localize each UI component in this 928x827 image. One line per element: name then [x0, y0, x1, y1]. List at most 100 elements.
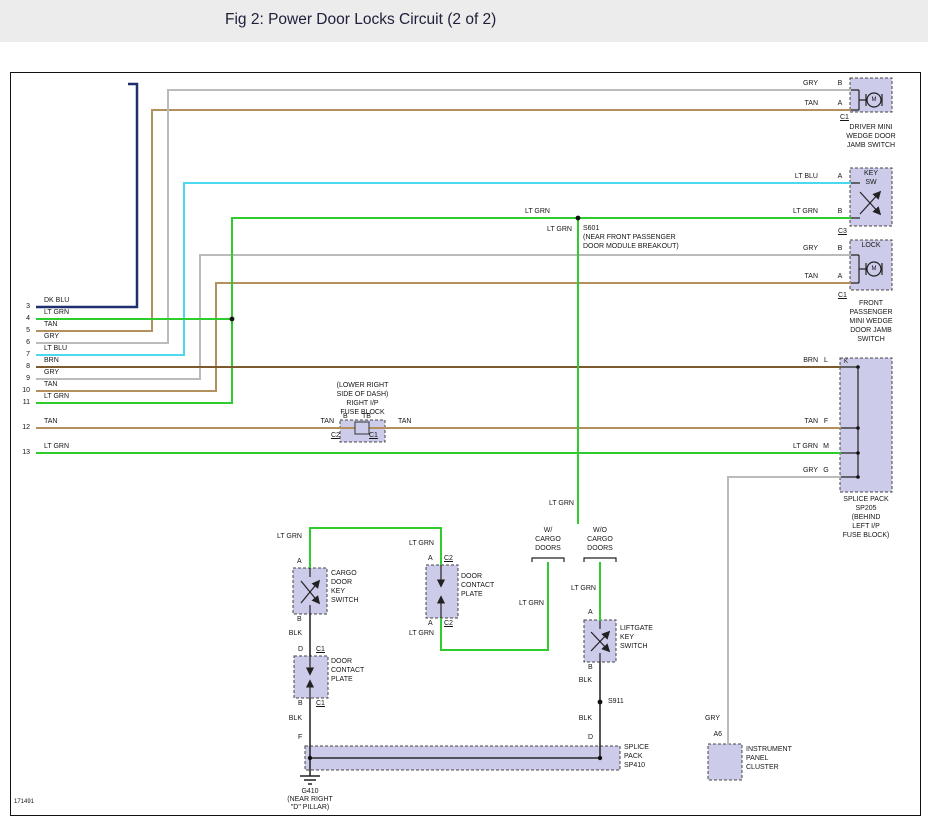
component-caption: INSTRUMENT — [746, 746, 792, 753]
pin-label: A — [588, 609, 593, 616]
component-caption: (LOWER RIGHT — [320, 382, 405, 389]
pin-label: B — [297, 616, 302, 623]
without-cargo-bracket — [584, 558, 616, 562]
connector-label: C3 — [838, 228, 847, 235]
component-caption: MINI WEDGE — [840, 318, 902, 325]
component-caption: LEFT I/P — [836, 523, 896, 530]
pin-label: A — [834, 100, 846, 107]
wire-number: 6 — [10, 339, 30, 346]
wire-label: LT BLU — [778, 173, 818, 180]
wire-label: GRY — [778, 467, 818, 474]
wire-number: 5 — [10, 327, 30, 334]
option-label: W/ — [528, 527, 568, 534]
wire-label: TAN — [778, 100, 818, 107]
connector-label: C2 — [444, 620, 453, 627]
wire-label: BLK — [572, 677, 592, 684]
component-caption: DOOR JAMB — [840, 327, 902, 334]
component-caption: RIGHT I/P — [320, 400, 405, 407]
splice-pack-sp205-box — [840, 358, 892, 492]
sp205-junction-dot — [856, 451, 860, 455]
component-caption: DOOR — [331, 579, 352, 586]
component-caption: FRONT — [840, 300, 902, 307]
wiring-canvas — [0, 0, 928, 827]
wire-number: 13 — [10, 449, 30, 456]
pin-label: TB — [362, 413, 371, 420]
wire-label: BLK — [572, 715, 592, 722]
fuse-block-breaker-icon — [355, 422, 369, 434]
door-contact-plate-lower-box — [294, 656, 328, 698]
component-caption: LIFTGATE — [620, 625, 653, 632]
wire-gry-lock — [36, 255, 851, 379]
wire-number: 12 — [10, 424, 30, 431]
option-label: CARGO — [528, 536, 568, 543]
s911-splice-dot — [598, 700, 603, 705]
terminal-label: K — [844, 359, 848, 365]
component-caption: DRIVER MINI — [840, 124, 902, 131]
splice-location: (NEAR FRONT PASSENGER — [583, 234, 676, 241]
pin-label: B — [298, 700, 303, 707]
wire-label: TAN — [44, 381, 57, 388]
wire-number: 3 — [10, 303, 30, 310]
component-caption: PACK — [624, 753, 643, 760]
connector-label: C1 — [316, 646, 325, 653]
component-caption: SP205 — [836, 505, 896, 512]
pin-label: D — [298, 646, 303, 653]
wire-label: DK BLU — [44, 297, 69, 304]
component-caption: SWITCH — [840, 336, 902, 343]
wire-number: 9 — [10, 375, 30, 382]
wire-lt-blu-key-switch — [36, 183, 851, 355]
splice-name: S911 — [608, 698, 624, 705]
component-caption: CONTACT — [461, 582, 494, 589]
wire-label: LT GRN — [504, 600, 544, 607]
s601-splice-dot — [576, 216, 581, 221]
wire-number: 4 — [10, 315, 30, 322]
wire-label: LT GRN — [262, 533, 302, 540]
component-caption: (BEHIND — [836, 514, 896, 521]
wire-label: BLK — [282, 715, 302, 722]
pin-label: B — [588, 664, 593, 671]
component-caption: JAMB SWITCH — [840, 142, 902, 149]
wire-label: LT GRN — [534, 500, 574, 507]
wire-lt-grn-plate-to-switch — [310, 528, 441, 568]
pin-label: A — [428, 620, 433, 627]
wire-label: TAN — [44, 321, 57, 328]
figure-number: 171491 — [14, 799, 34, 805]
wire-label: LT GRN — [556, 585, 596, 592]
wire-label: BRN — [44, 357, 59, 364]
connector-label: C1 — [369, 432, 378, 439]
pin-label: G — [820, 467, 832, 474]
pin-label: M — [820, 443, 832, 450]
pin-label: D — [588, 734, 593, 741]
wire-label: BRN — [778, 357, 818, 364]
splice-name: S601 — [583, 225, 599, 232]
component-name: SW — [850, 179, 892, 186]
component-caption: PLATE — [461, 591, 483, 598]
with-cargo-bracket — [532, 558, 564, 562]
component-caption: SWITCH — [331, 597, 359, 604]
pin-label: B — [834, 80, 846, 87]
wire-number: 10 — [10, 387, 30, 394]
wire-label: GRY — [44, 369, 59, 376]
wire-label: LT GRN — [44, 309, 69, 316]
sp410-junction-dot — [308, 756, 312, 760]
wire-label: BLK — [282, 630, 302, 637]
pin-label: B — [834, 208, 846, 215]
pin-label: B — [834, 245, 846, 252]
option-label: DOORS — [580, 545, 620, 552]
wire-gry-driver-jamb — [36, 90, 851, 343]
motor-m-label: M — [869, 266, 879, 272]
wire-label: GRY — [44, 333, 59, 340]
component-caption: DOOR — [331, 658, 352, 665]
connector-label: C1 — [840, 114, 849, 121]
wire-label: TAN — [44, 418, 57, 425]
wire-label: LT GRN — [532, 226, 572, 233]
component-caption: CLUSTER — [746, 764, 779, 771]
pin-label: L — [820, 357, 832, 364]
pin-label: A6 — [700, 731, 722, 738]
component-caption: KEY — [331, 588, 345, 595]
wire-tan-lock — [36, 283, 851, 391]
component-caption: SWITCH — [620, 643, 648, 650]
wire-label: TAN — [398, 418, 411, 425]
component-caption: SPLICE — [624, 744, 649, 751]
component-caption: SP410 — [624, 762, 645, 769]
